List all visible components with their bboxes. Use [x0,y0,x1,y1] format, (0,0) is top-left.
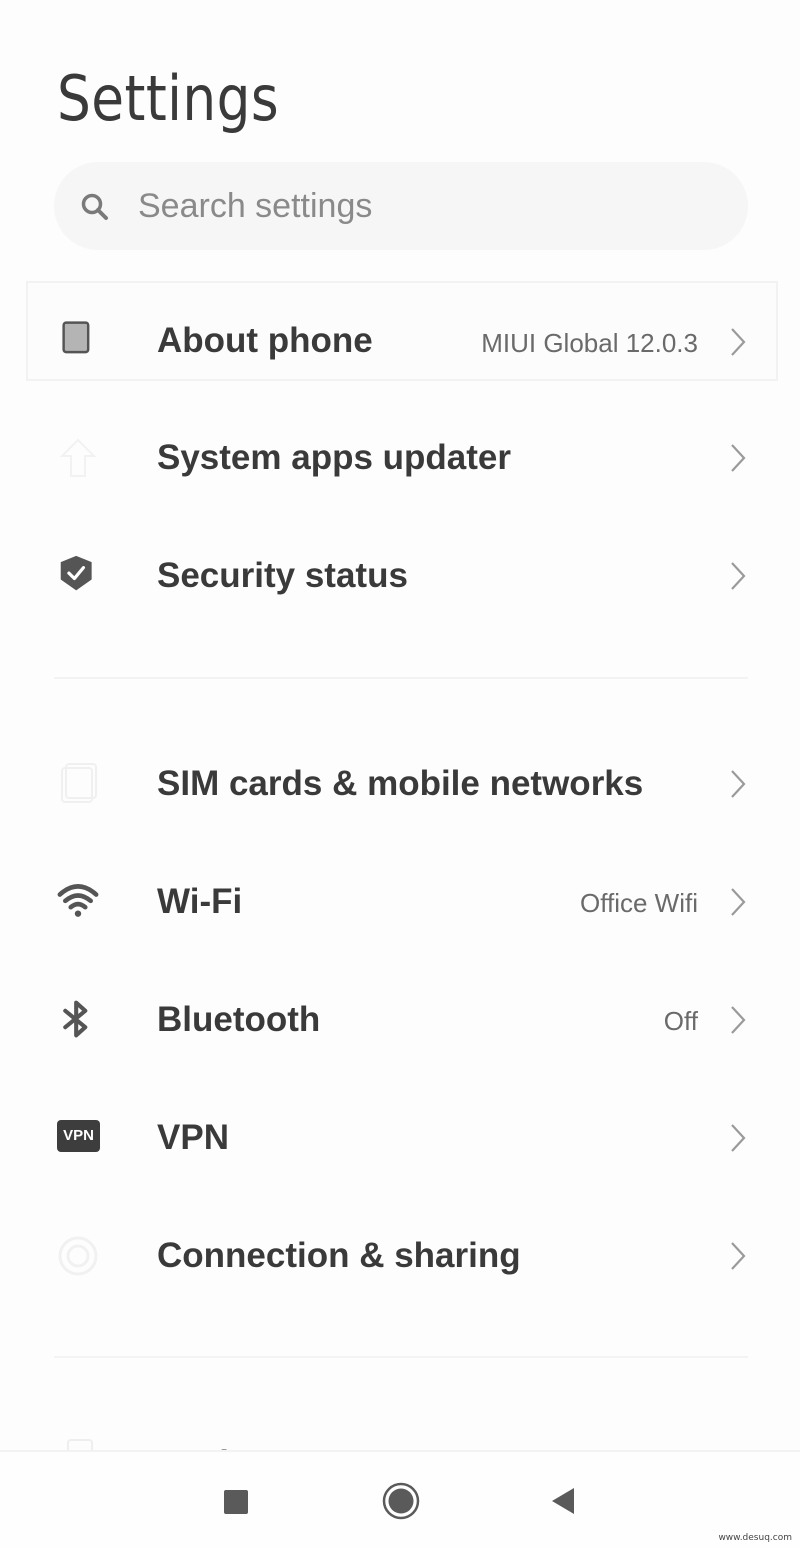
chevron-right-icon [731,770,746,798]
chevron-right-icon [731,1124,746,1152]
home-button[interactable] [382,1482,420,1520]
section-divider [54,1356,748,1358]
settings-item-sim-cards[interactable]: SIM cards & mobile networks [0,734,800,834]
page-title: Settings [57,62,280,135]
search-bar[interactable] [54,162,748,250]
chevron-right-icon [731,1242,746,1270]
settings-item-about-phone[interactable]: About phone MIUI Global 12.0.3 [26,281,778,381]
section-divider [54,677,748,679]
item-label: Wi-Fi [157,882,243,921]
item-label: Security status [157,556,408,595]
search-icon [81,193,108,220]
recents-button[interactable] [223,1489,249,1515]
vpn-icon: VPN [57,1120,100,1152]
item-label: Connection & sharing [157,1236,521,1275]
phone-icon [62,321,90,354]
search-input[interactable] [138,182,698,230]
chevron-right-icon [731,1006,746,1034]
wifi-icon [57,884,99,917]
settings-item-system-apps-updater[interactable]: System apps updater [0,408,800,508]
item-label: Bluetooth [157,1000,321,1039]
settings-item-security-status[interactable]: Security status [0,526,800,626]
back-button[interactable] [550,1486,576,1516]
settings-item-wifi[interactable]: Wi-Fi Office Wifi [0,852,800,952]
item-label: About phone [157,321,373,360]
arrow-up-icon [59,438,97,477]
chevron-right-icon [731,444,746,472]
chevron-right-icon [731,888,746,916]
settings-item-connection-sharing[interactable]: Connection & sharing [0,1206,800,1306]
item-value: Off [663,1006,698,1036]
connection-sharing-icon [58,1236,98,1276]
chevron-right-icon [731,328,746,356]
settings-item-lock-screen[interactable]: Lock screen [0,1414,800,1450]
chevron-right-icon [731,562,746,590]
watermark: www.desuq.com [718,1533,792,1543]
item-label: SIM cards & mobile networks [157,764,644,803]
item-label: System apps updater [157,438,511,477]
settings-item-vpn[interactable]: VPN VPN [0,1088,800,1188]
item-value: MIUI Global 12.0.3 [481,328,698,358]
item-value: Office Wifi [580,888,698,918]
sim-card-icon [61,763,97,803]
navigation-bar: www.desuq.com [0,1450,800,1549]
bluetooth-icon [63,1000,88,1038]
item-label: VPN [157,1118,229,1157]
lock-icon [67,1439,93,1450]
settings-item-bluetooth[interactable]: Bluetooth Off [0,970,800,1070]
shield-check-icon [60,555,92,591]
